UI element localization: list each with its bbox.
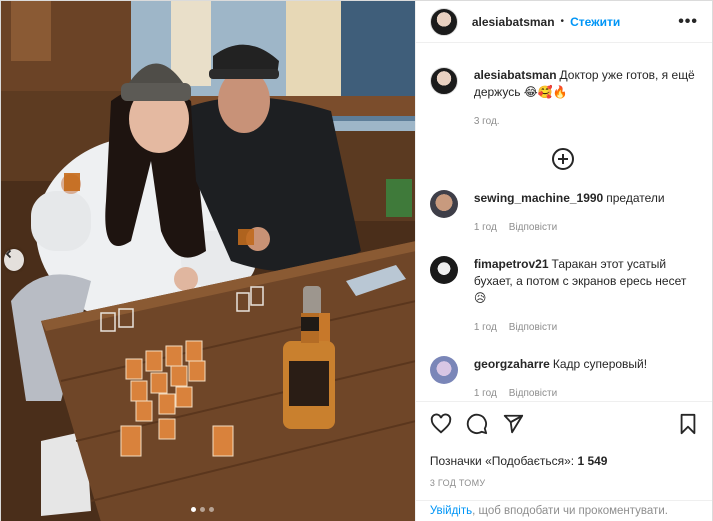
comment-author[interactable]: sewing_machine_1990 bbox=[474, 191, 603, 205]
comment-author[interactable]: fimapetrov21 bbox=[474, 257, 549, 271]
comment-time[interactable]: 1 год bbox=[474, 319, 497, 336]
login-prompt: Увійдіть, щоб вподобати чи прокоментуват… bbox=[415, 500, 712, 521]
load-more-icon[interactable] bbox=[551, 148, 574, 170]
comments-list[interactable]: alesiabatsman Доктор уже готов, я ещё дер… bbox=[416, 49, 712, 399]
carousel-indicator bbox=[191, 507, 214, 512]
comment-avatar[interactable] bbox=[429, 190, 458, 218]
post-header: alesiabatsman • Стежити ••• bbox=[415, 1, 712, 43]
comment-icon[interactable] bbox=[466, 413, 488, 435]
carousel-prev-button[interactable] bbox=[4, 249, 24, 271]
post-side-panel: alesiabatsman • Стежити ••• alesiabatsma… bbox=[414, 1, 712, 521]
share-icon[interactable] bbox=[502, 413, 524, 435]
caption-author[interactable]: alesiabatsman bbox=[474, 68, 557, 82]
instagram-post: alesiabatsman • Стежити ••• alesiabatsma… bbox=[0, 0, 713, 521]
more-options-button[interactable]: ••• bbox=[678, 13, 698, 31]
author-avatar[interactable] bbox=[429, 7, 458, 36]
comment-item: fimapetrov21 Таракан этот усатый бухает, … bbox=[429, 256, 696, 336]
heart-icon[interactable] bbox=[430, 413, 452, 435]
reply-button[interactable]: Відповісти bbox=[509, 385, 557, 399]
caption-avatar[interactable] bbox=[429, 67, 458, 95]
photo-image bbox=[1, 1, 415, 521]
post-photo[interactable] bbox=[1, 1, 415, 521]
follow-button[interactable]: Стежити bbox=[570, 15, 620, 29]
caption-time[interactable]: 3 год. bbox=[474, 113, 500, 130]
likes-count[interactable]: Позначки «Подобається»: 1 549 bbox=[430, 454, 698, 468]
comment-item: sewing_machine_1990 предатели 1 год Відпов… bbox=[429, 190, 696, 236]
likes-label: Позначки «Подобається»: bbox=[429, 454, 575, 468]
author-username[interactable]: alesiabatsman bbox=[472, 15, 555, 29]
reply-button[interactable]: Відповісти bbox=[509, 219, 557, 236]
header-separator: • bbox=[560, 16, 565, 27]
likes-number: 1 549 bbox=[577, 454, 608, 468]
comment-avatar[interactable] bbox=[429, 356, 458, 384]
bookmark-icon[interactable] bbox=[678, 413, 698, 435]
reply-button[interactable]: Відповісти bbox=[509, 319, 557, 336]
comment-text: предатели bbox=[606, 191, 665, 205]
comment-avatar[interactable] bbox=[429, 256, 458, 284]
login-link[interactable]: Увійдіть bbox=[430, 505, 472, 517]
comment-text: Кадр суперовый! bbox=[552, 357, 648, 371]
caption: alesiabatsman Доктор уже готов, я ещё дер… bbox=[429, 67, 696, 130]
comment-time[interactable]: 1 год bbox=[474, 385, 497, 399]
comment-time[interactable]: 1 год bbox=[474, 219, 497, 236]
login-text: , щоб вподобати чи прокоментувати. bbox=[472, 505, 668, 517]
comment-item: georgzaharre Кадр суперовый! 1 год Відпові… bbox=[429, 356, 696, 399]
post-timestamp[interactable]: 3 ГОД ТОМУ bbox=[430, 478, 698, 488]
carousel-dot bbox=[191, 507, 196, 512]
comment-author[interactable]: georgzaharre bbox=[474, 357, 550, 371]
carousel-dot bbox=[200, 507, 205, 512]
carousel-dot bbox=[209, 507, 214, 512]
chevron-left-icon bbox=[5, 249, 12, 259]
